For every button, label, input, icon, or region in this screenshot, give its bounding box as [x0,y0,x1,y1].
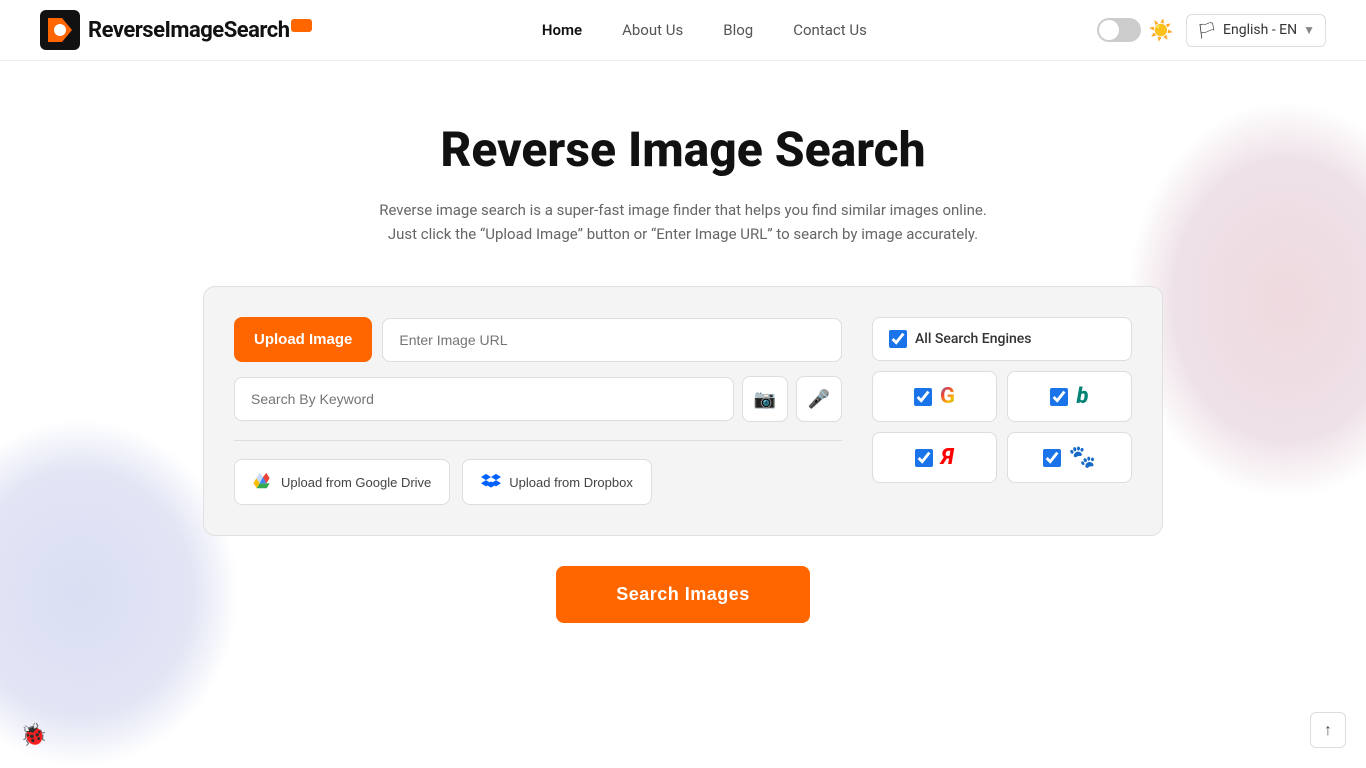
engine-yandex[interactable]: Я [872,432,997,483]
bug-icon[interactable]: 🐞 [20,723,47,748]
gdrive-label: Upload from Google Drive [281,475,431,490]
dropbox-icon [481,472,501,492]
all-engines-option[interactable]: All Search Engines [872,317,1132,361]
page-title: Reverse Image Search [440,121,925,178]
keyword-row: 📷 🎤 [234,376,842,422]
nav-links: Home About Us Blog Contact Us [542,21,867,39]
navbar: ReverseImageSearchorg Home About Us Blog… [0,0,1366,61]
upload-row: Upload Image [234,317,842,362]
gdrive-icon [253,472,273,492]
sun-icon: ☀️ [1149,18,1174,42]
engine-google[interactable]: G [872,371,997,422]
engine-bing[interactable]: b [1007,371,1132,422]
mic-button[interactable]: 🎤 [796,376,842,422]
logo-dot: org [291,19,312,32]
camera-icon: 📷 [754,389,776,410]
theme-toggle-container: ☀️ [1097,18,1174,42]
baidu-checkbox[interactable] [1043,449,1061,467]
dropbox-label: Upload from Dropbox [509,475,633,490]
all-engines-label: All Search Engines [915,331,1032,347]
mic-icon: 🎤 [808,389,830,410]
url-input[interactable] [382,318,842,362]
search-card: Upload Image 📷 🎤 [203,286,1163,536]
nav-right: ☀️ 🏳 English - EN ▼ [1097,14,1326,47]
logo-text: ReverseImageSearchorg [88,18,312,43]
nav-contact[interactable]: Contact Us [793,21,867,39]
google-checkbox[interactable] [914,388,932,406]
logo-link[interactable]: ReverseImageSearchorg [40,10,312,50]
theme-toggle[interactable] [1097,18,1141,42]
all-engines-checkbox[interactable] [889,330,907,348]
engines-grid: G b Я 🐾 [872,371,1132,483]
chevron-down-icon: ▼ [1303,23,1315,37]
nav-blog[interactable]: Blog [723,21,753,39]
page-subtitle: Reverse image search is a super-fast ima… [363,198,1003,246]
google-icon: G [940,384,955,409]
search-images-button[interactable]: Search Images [556,566,810,623]
logo-icon [40,10,80,50]
engine-baidu[interactable]: 🐾 [1007,432,1132,483]
language-selector[interactable]: 🏳 English - EN ▼ [1186,14,1326,47]
search-right: All Search Engines G b Я [872,317,1132,505]
bing-icon: b [1076,384,1088,409]
dropbox-upload-button[interactable]: Upload from Dropbox [462,459,652,505]
bing-checkbox[interactable] [1050,388,1068,406]
scroll-top-button[interactable]: ↑ [1310,712,1346,748]
keyword-input[interactable] [234,377,734,421]
yandex-icon: Я [941,445,953,470]
language-label: English - EN [1223,22,1297,38]
upload-options-row: Upload from Google Drive Upload from Dro… [234,459,842,505]
search-left: Upload Image 📷 🎤 [234,317,842,505]
baidu-icon: 🐾 [1069,445,1096,470]
camera-button[interactable]: 📷 [742,376,788,422]
yandex-checkbox[interactable] [915,449,933,467]
main-content: Reverse Image Search Reverse image searc… [0,61,1366,663]
flag-icon: 🏳 [1197,21,1217,40]
nav-home[interactable]: Home [542,21,582,39]
upload-image-button[interactable]: Upload Image [234,317,372,362]
gdrive-upload-button[interactable]: Upload from Google Drive [234,459,450,505]
nav-about[interactable]: About Us [622,21,683,39]
divider [234,440,842,441]
